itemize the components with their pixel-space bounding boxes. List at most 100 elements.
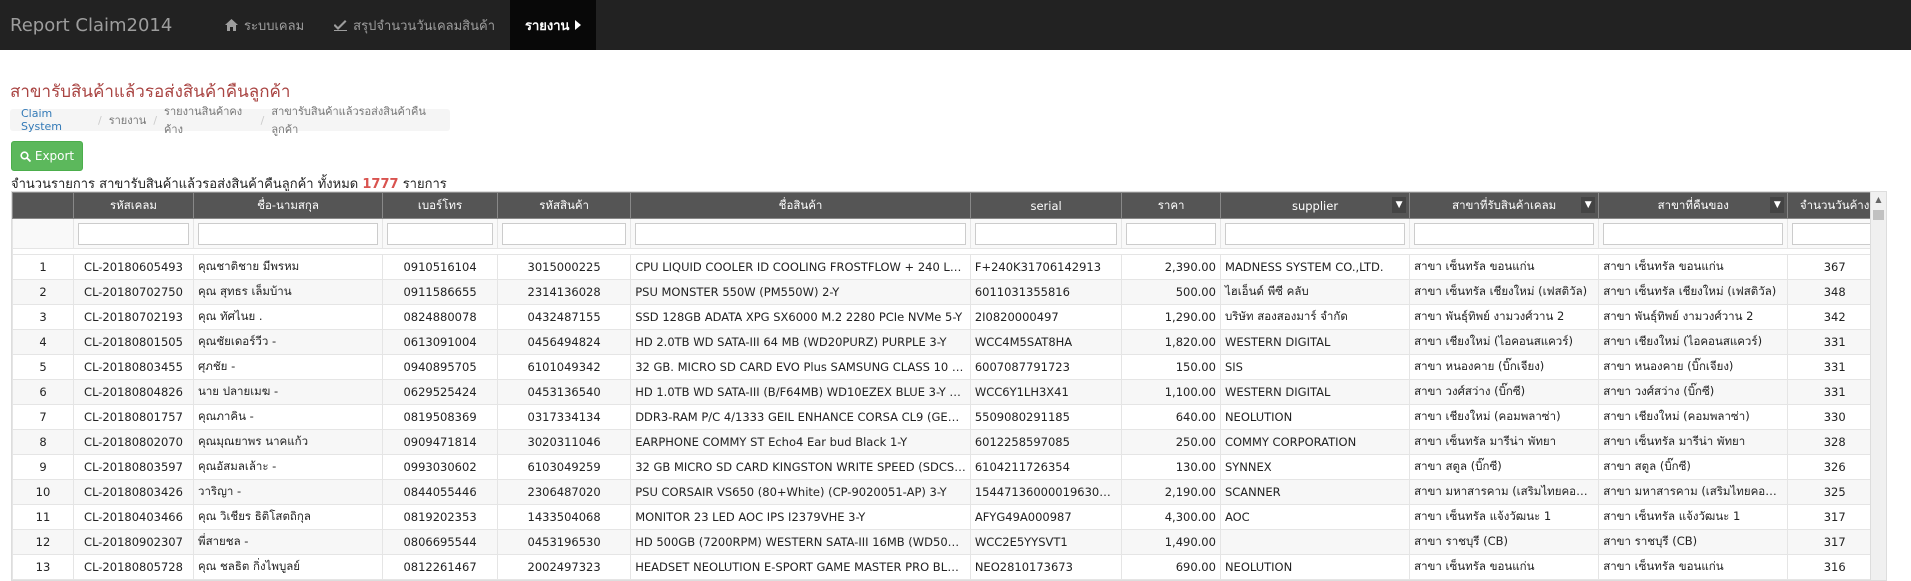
table-cell: คุณ สุทธร เล็มบ้าน (192, 279, 384, 305)
filter-cell (1409, 218, 1600, 249)
table-cell: MONITOR 23 LED AOC IPS I2379VHE 3-Y (630, 504, 971, 530)
col-header-days-pending[interactable]: จำนวนวันค้าง (1787, 192, 1882, 219)
col-header-price[interactable]: ราคา (1121, 192, 1221, 219)
table-cell: 326 (1787, 454, 1882, 480)
col-header-label: สาขาที่คืนของ (1657, 197, 1729, 212)
top-navbar: Report Claim2014 ระบบเคลม สรุปจำนวนวันเค… (0, 0, 1911, 50)
filter-input-phone[interactable] (387, 222, 493, 245)
table-cell: 6103049259 (496, 454, 632, 480)
table-row[interactable]: 12 CL-20180902307 พี่สายชล -0806695544 0453… (12, 529, 1882, 555)
table-cell: 331 (1787, 379, 1882, 405)
table-row[interactable]: 8 CL-20180802070 คุณมุณยาพร นาคแก้ว 0909471… (12, 429, 1882, 455)
table-cell: 3020311046 (496, 429, 632, 455)
table-row[interactable]: 9 CL-20180803597 คุณอัสมลเล้าะ -0993030602… (12, 454, 1882, 480)
table-cell: WESTERN DIGITAL (1219, 379, 1411, 405)
chevron-down-icon[interactable]: ▼ (1581, 197, 1596, 213)
nav-item-claim-system[interactable]: ระบบเคลม (210, 0, 319, 50)
table-cell: DDR3-RAM P/C 4/1333 GEIL ENHANCE CORSA C… (630, 404, 971, 430)
col-header-label: รหัสเคลม (109, 197, 157, 212)
claim-table: รหัสเคลม ชื่อ-นามสกุล เบอร์โทร รหัสสินค้… (12, 192, 1882, 580)
table-row[interactable]: 3 CL-20180702193 คุณ ทัศไนย . 0824880078 043… (12, 304, 1882, 330)
col-header-receive-branch[interactable]: สาขาที่รับสินค้าเคลม ▼ (1409, 192, 1600, 219)
col-header-name[interactable]: ชื่อ-นามสกุล (192, 192, 384, 219)
filter-input-name[interactable] (197, 222, 379, 245)
filter-input-price[interactable] (1126, 222, 1216, 245)
col-header-label: supplier (1291, 198, 1339, 213)
table-cell: 2I0820000497 (969, 304, 1123, 330)
table-body: 1 CL-20180605493 คุณชาติชาย มีพรหม 09105161… (12, 254, 1882, 580)
table-row[interactable]: 13 CL-20180805728 คุณ ชลธิต กิ่งไพบูลย์ 081… (12, 554, 1882, 580)
table-cell: สาขา พันธุ์ทิพย์ งามวงศ์วาน 2 (1409, 304, 1600, 330)
table-cell: สาขา เซ็นทรัล ขอนแก่น (1598, 254, 1789, 280)
table-row[interactable]: 4 CL-20180801505 คุณชัยเดอร์วีว -061309100… (12, 329, 1882, 355)
col-header-return-branch[interactable]: สาขาที่คืนของ ▼ (1598, 192, 1789, 219)
table-row[interactable]: 2 CL-20180702750 คุณ สุทธร เล็มบ้าน 0911586… (12, 279, 1882, 305)
col-header-product-name[interactable]: ชื่อสินค้า (630, 192, 971, 219)
table-cell: 2306487020 (496, 479, 632, 505)
table-cell: 0317334134 (496, 404, 632, 430)
table-row[interactable]: 1 CL-20180605493 คุณชาติชาย มีพรหม 09105161… (12, 254, 1882, 280)
table-cell: CL-20180801757 (73, 404, 194, 430)
col-header-supplier[interactable]: supplier ▼ (1219, 192, 1411, 219)
table-cell: WCC2E5YYSVT1 (969, 529, 1123, 555)
table-cell: 4,300.00 (1121, 504, 1221, 530)
breadcrumb-claim-system[interactable]: Claim System (21, 107, 91, 133)
check-edit-icon (334, 20, 348, 31)
table-cell: NEOLUTION (1219, 554, 1411, 580)
filter-input-product-code[interactable] (502, 222, 627, 245)
table-cell: HD 500GB (7200RPM) WESTERN SATA-III 16MB… (630, 529, 971, 555)
table-cell: 13 (12, 554, 74, 580)
table-cell: 0909471814 (382, 429, 498, 455)
app-brand[interactable]: Report Claim2014 (0, 15, 210, 36)
col-header-product-code[interactable]: รหัสสินค้า (496, 192, 632, 219)
page-title: สาขารับสินค้าแล้วรอส่งสินค้าคืนลูกค้า (10, 82, 291, 102)
filter-input-receive-branch[interactable] (1414, 222, 1595, 245)
summary-count: 1777 (362, 177, 399, 192)
table-cell: 2 (12, 279, 74, 305)
table-cell: 1,820.00 (1121, 329, 1221, 355)
vertical-scrollbar[interactable]: ▲ (1870, 192, 1886, 580)
filter-input-serial[interactable] (974, 222, 1118, 245)
table-cell: สาขา สตูล (บิ๊กซี) (1598, 454, 1789, 480)
table-cell: 6007087791723 (969, 354, 1123, 380)
table-cell: 3 (12, 304, 74, 330)
nav-item-label: ระบบเคลม (244, 18, 305, 34)
chevron-down-icon[interactable]: ▼ (1770, 197, 1785, 213)
table-row[interactable]: 10 CL-20180803426 วาริญา -0844055446 230648… (12, 479, 1882, 505)
table-row[interactable]: 5 CL-20180803455 ศุภชัย -0940895705 6101049… (12, 354, 1882, 380)
filter-input-supplier[interactable] (1224, 222, 1406, 245)
table-cell: PSU CORSAIR VS650 (80+White) (CP-9020051… (630, 479, 971, 505)
table-cell: 0940895705 (382, 354, 498, 380)
table-cell: 317 (1787, 504, 1882, 530)
filter-input-return-branch[interactable] (1603, 222, 1784, 245)
table-cell: คุณ ทัศไนย . (192, 304, 384, 330)
chevron-down-icon[interactable]: ▼ (1392, 197, 1407, 213)
scroll-up-icon[interactable]: ▲ (1871, 192, 1886, 208)
col-header-claim-id[interactable]: รหัสเคลม (73, 192, 194, 219)
export-button[interactable]: Export (11, 141, 83, 171)
claim-grid: รหัสเคลม ชื่อ-นามสกุล เบอร์โทร รหัสสินค้… (11, 191, 1887, 581)
table-row[interactable]: 11 CL-20180403466 คุณ วิเชียร ธิติโสตถิกุล… (12, 504, 1882, 530)
filter-input-days-pending[interactable] (1792, 222, 1877, 245)
table-cell: SSD 128GB ADATA XPG SX6000 M.2 2280 PCIe… (630, 304, 971, 330)
table-cell: AOC (1219, 504, 1411, 530)
filter-input-claim-id[interactable] (78, 222, 189, 245)
home-icon (225, 19, 238, 31)
table-cell: CL-20180702750 (73, 279, 194, 305)
table-cell: 7 (12, 404, 74, 430)
nav-item-claim-summary[interactable]: สรุปจำนวนวันเคลมสินค้า (319, 0, 510, 50)
col-header-phone[interactable]: เบอร์โทร (382, 192, 498, 219)
table-row[interactable]: 6 CL-20180804826 นาย ปลายเมฆ -0629525424 04… (12, 379, 1882, 405)
table-cell: 1,490.00 (1121, 529, 1221, 555)
scroll-thumb[interactable] (1873, 210, 1884, 220)
table-cell: 0456494824 (496, 329, 632, 355)
table-cell: CPU LIQUID COOLER ID COOLING FROSTFLOW +… (630, 254, 971, 280)
table-cell: 0453196530 (496, 529, 632, 555)
col-header-serial[interactable]: serial (969, 192, 1123, 219)
table-cell: SCANNER (1219, 479, 1411, 505)
filter-input-product-name[interactable] (635, 222, 966, 245)
table-cell: 690.00 (1121, 554, 1221, 580)
table-cell: WCC4M5SAT8HA (969, 329, 1123, 355)
table-row[interactable]: 7 CL-20180801757 คุณภาคิน -0819508369 03173… (12, 404, 1882, 430)
nav-item-report[interactable]: รายงาน (510, 0, 597, 50)
